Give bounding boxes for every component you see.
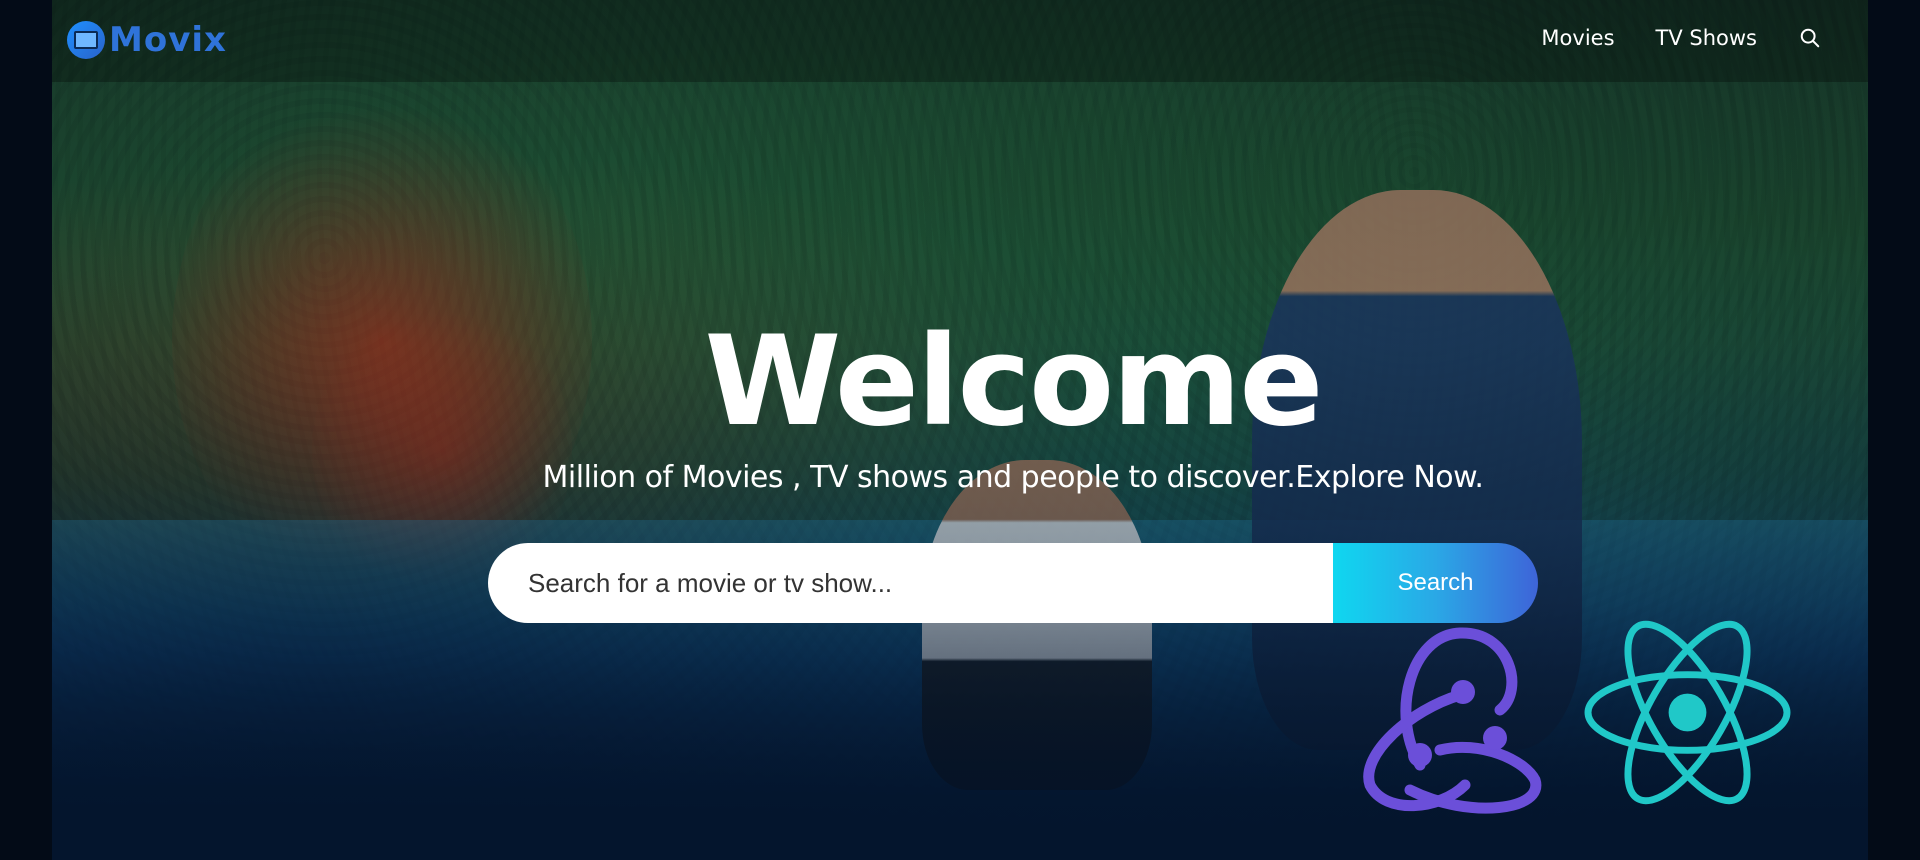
logo-icon [67, 21, 105, 59]
brand-logo[interactable]: Movix [67, 20, 227, 60]
top-navbar: Movix Movies TV Shows [52, 0, 1868, 82]
logo-text: Movix [109, 20, 227, 60]
nav-movies[interactable]: Movies [1541, 26, 1614, 50]
redux-logo-icon [1350, 615, 1555, 815]
search-icon[interactable] [1798, 26, 1822, 50]
hero-content: Welcome Million of Movies , TV shows and… [488, 310, 1538, 623]
search-bar: Search [488, 543, 1538, 623]
search-button[interactable]: Search [1333, 543, 1538, 623]
hero-subtitle: Million of Movies , TV shows and people … [542, 460, 1484, 495]
hero-title: Welcome [704, 310, 1324, 454]
react-logo-icon [1580, 615, 1795, 810]
nav-tv-shows[interactable]: TV Shows [1656, 26, 1757, 50]
search-input[interactable] [488, 543, 1333, 623]
main-nav: Movies TV Shows [1541, 26, 1822, 50]
